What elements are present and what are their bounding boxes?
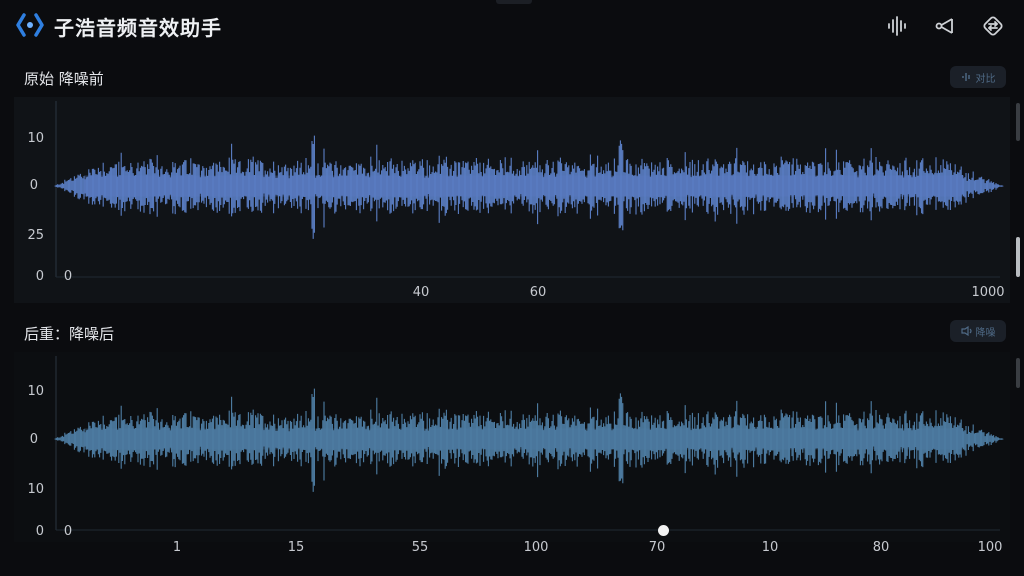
processed-x-tick: 100 [977, 540, 1003, 555]
waveform-small-icon [961, 73, 970, 81]
original-scroll-thumb[interactable] [1016, 237, 1020, 277]
processed-x-origin: 0 [63, 524, 73, 539]
processed-y-tick: 0 [35, 524, 44, 539]
original-compare-label: 对比 [975, 73, 996, 85]
original-x-tick: 40 [412, 285, 430, 300]
processed-x-tick: 1 [172, 540, 182, 555]
original-scroll-thumb-top[interactable] [1016, 103, 1020, 141]
processed-waveform[interactable] [14, 352, 1010, 542]
original-waveform-panel[interactable] [14, 97, 1020, 303]
processed-scroll-thumb[interactable] [1016, 358, 1020, 388]
original-x-tick: 60 [529, 285, 547, 300]
original-y-tick: 0 [29, 178, 38, 193]
original-compare-button[interactable]: 对比 [950, 66, 1006, 88]
app-title: 子浩音频音效助手 [54, 16, 222, 40]
share-icon [935, 18, 953, 34]
processed-x-tick: 15 [287, 540, 305, 555]
original-y-tick: 0 [35, 269, 44, 284]
processed-x-tick: 10 [761, 540, 779, 555]
original-y-tick: 25 [27, 228, 44, 243]
share-button[interactable] [931, 12, 959, 40]
processed-x-tick: 55 [411, 540, 429, 555]
processed-y-tick: 10 [27, 482, 44, 497]
processed-denoise-label: 降噪 [975, 327, 996, 339]
processed-section-title: 后重：降噪后 [24, 325, 115, 343]
original-x-tick: 1000 [971, 285, 1005, 300]
app-logo-icon [16, 13, 44, 37]
swap-button[interactable] [979, 12, 1007, 40]
waveform-core [84, 428, 964, 450]
original-y-tick: 10 [27, 131, 44, 146]
original-x-origin: 0 [63, 269, 73, 284]
processed-x-tick: 100 [523, 540, 549, 555]
waveform-button[interactable] [883, 12, 911, 40]
original-waveform[interactable] [14, 97, 1010, 303]
swap-icon [983, 16, 1003, 36]
processed-x-tick: 70 [648, 540, 666, 555]
speaker-icon [960, 326, 972, 336]
original-section-title: 原始 降噪前 [24, 70, 104, 88]
processed-x-tick: 80 [872, 540, 890, 555]
processed-y-tick: 0 [29, 432, 38, 447]
app-header: 子浩音频音效助手 [0, 0, 1024, 52]
processed-y-tick: 10 [27, 384, 44, 399]
playhead-handle[interactable] [658, 525, 669, 536]
processed-waveform-panel[interactable] [14, 352, 1020, 542]
waveform-icon [888, 16, 906, 36]
original-scrollbar[interactable] [1014, 97, 1022, 303]
waveform-core [84, 175, 964, 197]
processed-scrollbar[interactable] [1014, 352, 1022, 542]
processed-denoise-button[interactable]: 降噪 [950, 320, 1006, 342]
